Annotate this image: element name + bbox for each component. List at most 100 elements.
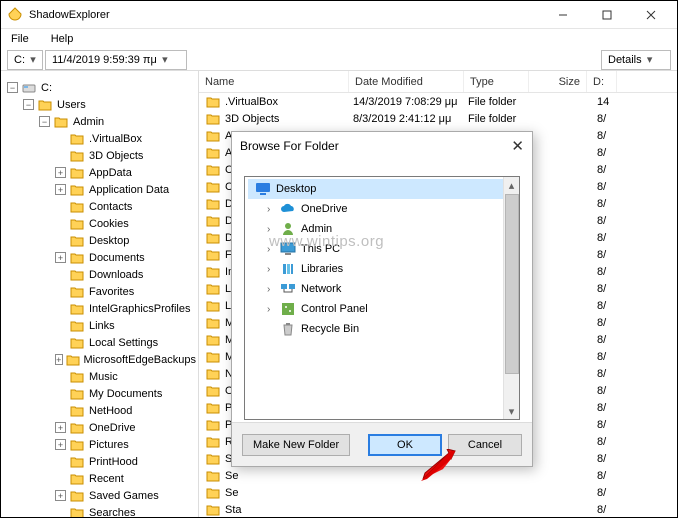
col-name[interactable]: Name (199, 71, 349, 92)
tree-toggle-icon[interactable]: + (55, 422, 66, 433)
row-d: 8/ (591, 368, 621, 380)
tree-pane[interactable]: −C:−Users−Admin.VirtualBox3D Objects+App… (1, 71, 199, 517)
view-select[interactable]: Details ▾ (601, 50, 671, 70)
tree-node[interactable]: PrintHood (7, 453, 196, 470)
tree-toggle-icon[interactable] (55, 235, 66, 246)
tree-node[interactable]: Music (7, 368, 196, 385)
folder-node[interactable]: ›Network (247, 279, 517, 299)
col-date[interactable]: Date Modified (349, 71, 464, 92)
menu-help[interactable]: Help (47, 31, 78, 47)
scroll-thumb[interactable] (505, 194, 519, 374)
tree-toggle-icon[interactable] (55, 150, 66, 161)
tree-toggle-icon[interactable]: + (55, 490, 66, 501)
tree-node[interactable]: Links (7, 317, 196, 334)
table-row[interactable]: .VirtualBox14/3/2019 7:08:29 μμFile fold… (199, 93, 677, 110)
scroll-down-icon[interactable]: ▾ (504, 403, 519, 419)
tree-toggle-icon[interactable] (55, 371, 66, 382)
tree-node[interactable]: +OneDrive (7, 419, 196, 436)
tree-toggle-icon[interactable] (55, 405, 66, 416)
scrollbar[interactable]: ▴ ▾ (503, 177, 519, 419)
tree-node[interactable]: Favorites (7, 283, 196, 300)
tree-toggle-icon[interactable] (55, 286, 66, 297)
tree-node[interactable]: Desktop (7, 232, 196, 249)
tree-node[interactable]: Contacts (7, 198, 196, 215)
table-row[interactable]: Se8/ (199, 467, 677, 484)
tree-node[interactable]: +Documents (7, 249, 196, 266)
table-row[interactable]: Se8/ (199, 484, 677, 501)
tree-node[interactable]: −C: (7, 79, 196, 96)
tree-node[interactable]: −Users (7, 96, 196, 113)
tree-toggle-icon[interactable] (55, 456, 66, 467)
tree-toggle-icon[interactable]: − (39, 116, 50, 127)
col-type[interactable]: Type (464, 71, 529, 92)
tree-toggle-icon[interactable] (55, 320, 66, 331)
folder-node[interactable]: ›Control Panel (247, 299, 517, 319)
folder-icon (205, 401, 221, 415)
tree-toggle-icon[interactable]: + (55, 439, 66, 450)
tree-toggle-icon[interactable] (55, 218, 66, 229)
menu-file[interactable]: File (7, 31, 33, 47)
list-header[interactable]: Name Date Modified Type Size D: (199, 71, 677, 93)
snapshot-select[interactable]: 11/4/2019 9:59:39 πμ ▾ (45, 50, 187, 70)
tree-node[interactable]: +AppData (7, 164, 196, 181)
tree-node[interactable]: Cookies (7, 215, 196, 232)
tree-toggle-icon[interactable]: + (55, 167, 66, 178)
tree-node[interactable]: My Documents (7, 385, 196, 402)
tree-toggle-icon[interactable] (55, 473, 66, 484)
close-button[interactable] (629, 1, 673, 29)
tree-toggle-icon[interactable] (55, 388, 66, 399)
tree-node[interactable]: +Pictures (7, 436, 196, 453)
folder-node[interactable]: Recycle Bin (247, 319, 517, 339)
minimize-button[interactable] (541, 1, 585, 29)
tree-toggle-icon[interactable] (55, 201, 66, 212)
tree-node[interactable]: Downloads (7, 266, 196, 283)
scroll-up-icon[interactable]: ▴ (504, 177, 519, 193)
chevron-right-icon: › (267, 244, 279, 255)
tree-node[interactable]: 3D Objects (7, 147, 196, 164)
tree-label: Downloads (89, 269, 143, 281)
tree-node[interactable]: −Admin (7, 113, 196, 130)
tree-node[interactable]: NetHood (7, 402, 196, 419)
ok-button[interactable]: OK (368, 434, 442, 456)
tree-node[interactable]: +Saved Games (7, 487, 196, 504)
tree-node[interactable]: +MicrosoftEdgeBackups (7, 351, 196, 368)
folder-icon (37, 98, 53, 112)
tree-toggle-icon[interactable] (55, 507, 66, 517)
tree-node[interactable]: +Application Data (7, 181, 196, 198)
folder-node[interactable]: Desktop (248, 179, 516, 199)
tree-toggle-icon[interactable]: + (55, 252, 66, 263)
folder-node[interactable]: ›Admin (247, 219, 517, 239)
tree-toggle-icon[interactable] (55, 269, 66, 280)
dialog-close-button[interactable]: ✕ (486, 137, 524, 155)
maximize-button[interactable] (585, 1, 629, 29)
tree-toggle-icon[interactable]: + (55, 354, 63, 365)
folder-icon (69, 132, 85, 146)
table-row[interactable]: Sta8/ (199, 501, 677, 517)
tree-toggle-icon[interactable]: + (55, 184, 66, 195)
tree-label: Cookies (89, 218, 129, 230)
folder-node[interactable]: ›Libraries (247, 259, 517, 279)
tree-node[interactable]: Local Settings (7, 334, 196, 351)
row-d: 8/ (591, 283, 621, 295)
tree-toggle-icon[interactable] (55, 337, 66, 348)
tree-toggle-icon[interactable] (55, 133, 66, 144)
folder-tree[interactable]: Desktop›OneDrive›Admin›This PC›Libraries… (244, 176, 520, 420)
tree-toggle-icon[interactable]: − (23, 99, 34, 110)
node-icon (279, 221, 297, 237)
folder-node[interactable]: ›OneDrive (247, 199, 517, 219)
col-d[interactable]: D: (587, 71, 617, 92)
col-size[interactable]: Size (529, 71, 587, 92)
tree-toggle-icon[interactable]: − (7, 82, 18, 93)
folder-icon (205, 146, 221, 160)
tree-node[interactable]: IntelGraphicsProfiles (7, 300, 196, 317)
make-new-folder-button[interactable]: Make New Folder (242, 434, 350, 456)
folder-icon (69, 149, 85, 163)
tree-node[interactable]: .VirtualBox (7, 130, 196, 147)
cancel-button[interactable]: Cancel (448, 434, 522, 456)
tree-node[interactable]: Searches (7, 504, 196, 517)
tree-node[interactable]: Recent (7, 470, 196, 487)
table-row[interactable]: 3D Objects8/3/2019 2:41:12 μμFile folder… (199, 110, 677, 127)
folder-node[interactable]: ›This PC (247, 239, 517, 259)
drive-select[interactable]: C: ▾ (7, 50, 43, 70)
tree-toggle-icon[interactable] (55, 303, 66, 314)
